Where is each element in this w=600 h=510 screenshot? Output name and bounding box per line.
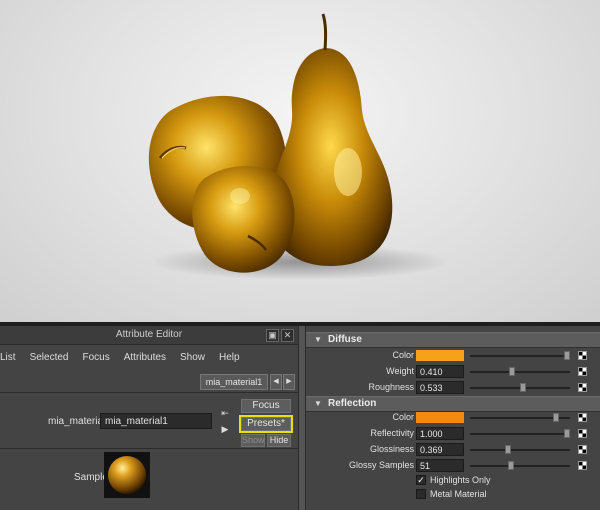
fruit-render-image bbox=[148, 13, 450, 280]
material-name-field[interactable]: mia_material1 bbox=[100, 413, 212, 429]
focus-button[interactable]: Focus bbox=[241, 399, 291, 413]
menu-show[interactable]: Show bbox=[180, 352, 205, 363]
reflection-color-swatch[interactable] bbox=[416, 412, 464, 423]
diffuse-weight-row: Weight 0.410 bbox=[306, 364, 600, 380]
diffuse-color-swatch[interactable] bbox=[416, 350, 464, 361]
material-sample-swatch bbox=[104, 452, 150, 498]
sample-label: Sample bbox=[74, 472, 108, 483]
diffuse-roughness-slider[interactable] bbox=[470, 383, 570, 392]
checker-map-icon[interactable] bbox=[578, 429, 587, 438]
glossiness-slider[interactable] bbox=[470, 445, 570, 454]
glossy-samples-field[interactable]: 51 bbox=[416, 459, 464, 472]
reflection-color-slider[interactable] bbox=[470, 413, 570, 422]
hide-button[interactable]: Hide bbox=[267, 434, 291, 447]
checker-map-icon[interactable] bbox=[578, 367, 587, 376]
close-icon[interactable]: ✕ bbox=[281, 329, 294, 342]
small-apple-shape bbox=[192, 166, 295, 273]
diffuse-color-slider[interactable] bbox=[470, 351, 570, 360]
checker-map-icon[interactable] bbox=[578, 461, 587, 470]
menu-bar: List Selected Focus Attributes Show Help bbox=[0, 346, 298, 368]
reflectivity-slider[interactable] bbox=[470, 429, 570, 438]
checker-map-icon[interactable] bbox=[578, 445, 587, 454]
checker-map-icon[interactable] bbox=[578, 383, 587, 392]
node-tab-row: mia_material1 ◀ ▶ bbox=[0, 372, 298, 390]
diffuse-roughness-field[interactable]: 0.533 bbox=[416, 381, 464, 394]
show-button[interactable]: Show bbox=[241, 434, 265, 447]
glossiness-field[interactable]: 0.369 bbox=[416, 443, 464, 456]
glossy-samples-row: Glossy Samples 51 bbox=[306, 458, 600, 474]
highlights-only-checkbox[interactable]: ✓ bbox=[416, 475, 426, 485]
collapse-triangle-icon[interactable]: ▼ bbox=[314, 333, 322, 347]
menu-list[interactable]: List bbox=[0, 352, 16, 363]
reflection-color-row: Color bbox=[306, 410, 600, 426]
tab-prev-icon[interactable]: ◀ bbox=[270, 374, 282, 390]
metal-material-row: Metal Material bbox=[306, 487, 600, 503]
separator bbox=[0, 392, 298, 393]
menu-selected[interactable]: Selected bbox=[30, 352, 69, 363]
menu-help[interactable]: Help bbox=[219, 352, 240, 363]
output-connection-icon[interactable]: ▶ bbox=[220, 424, 230, 434]
diffuse-weight-slider[interactable] bbox=[470, 367, 570, 376]
menu-attributes[interactable]: Attributes bbox=[124, 352, 166, 363]
checker-map-icon[interactable] bbox=[578, 413, 587, 422]
render-viewport bbox=[0, 0, 600, 322]
diffuse-weight-field[interactable]: 0.410 bbox=[416, 365, 464, 378]
tab-mia-material1[interactable]: mia_material1 bbox=[200, 374, 268, 390]
presets-button[interactable]: Presets* bbox=[239, 415, 293, 433]
collapse-triangle-icon[interactable]: ▼ bbox=[314, 397, 322, 411]
float-icon[interactable]: ▣ bbox=[266, 329, 279, 342]
attribute-editor-panel: Attribute Editor ▣ ✕ List Selected Focus… bbox=[0, 326, 298, 510]
checker-map-icon[interactable] bbox=[578, 351, 587, 360]
section-diffuse[interactable]: ▼ Diffuse bbox=[306, 332, 600, 348]
diffuse-roughness-row: Roughness 0.533 bbox=[306, 380, 600, 396]
separator bbox=[0, 448, 298, 449]
glossiness-row: Glossiness 0.369 bbox=[306, 442, 600, 458]
menu-focus[interactable]: Focus bbox=[82, 352, 109, 363]
tab-next-icon[interactable]: ▶ bbox=[283, 374, 295, 390]
input-connection-icon[interactable]: ⇤ bbox=[220, 408, 230, 418]
glossy-samples-slider[interactable] bbox=[470, 461, 570, 470]
metal-material-checkbox[interactable] bbox=[416, 489, 426, 499]
reflectivity-row: Reflectivity 1.000 bbox=[306, 426, 600, 442]
reflectivity-field[interactable]: 1.000 bbox=[416, 427, 464, 440]
attribute-editor-title: Attribute Editor bbox=[0, 326, 298, 345]
vertical-scrollbar[interactable] bbox=[298, 326, 306, 510]
material-attributes-panel: ▼ Diffuse Color Weight 0.410 Roughness 0… bbox=[306, 326, 600, 510]
diffuse-color-row: Color bbox=[306, 348, 600, 364]
